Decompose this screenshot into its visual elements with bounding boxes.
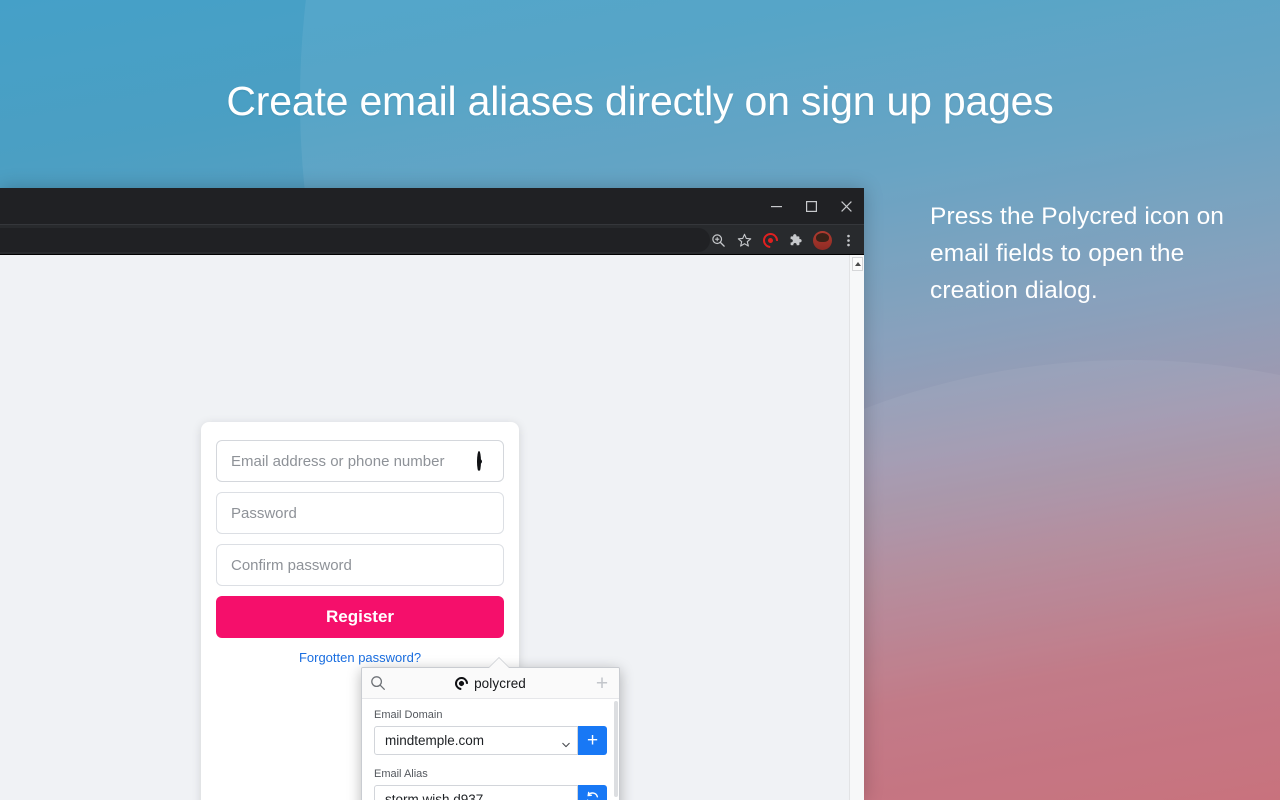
plus-icon[interactable]: + (593, 673, 611, 694)
browser-menu-icon[interactable] (836, 228, 860, 252)
bookmark-star-icon[interactable] (732, 228, 756, 252)
email-domain-value: mindtemple.com (385, 733, 485, 748)
toolbar-icon-group (706, 225, 860, 255)
promo-screenshot: Create email aliases directly on sign up… (0, 0, 1280, 800)
polycred-extension-icon[interactable] (758, 228, 782, 252)
vertical-scrollbar[interactable] (849, 255, 864, 800)
email-alias-row: storm.wish.d937 (374, 785, 607, 800)
forgot-password-link[interactable]: Forgotten password? (299, 650, 421, 665)
regenerate-alias-button[interactable] (578, 785, 607, 800)
forgot-password-row: Forgotten password? (216, 649, 504, 667)
extensions-puzzle-icon[interactable] (784, 228, 808, 252)
password-field[interactable]: Password (216, 492, 504, 534)
polycred-logo-icon (452, 673, 471, 693)
chevron-down-icon (562, 737, 570, 747)
email-domain-select[interactable]: mindtemple.com (374, 726, 578, 755)
email-alias-input[interactable]: storm.wish.d937 (374, 785, 578, 800)
popup-header: polycred + (362, 668, 619, 699)
polycred-brand: polycred (452, 673, 526, 693)
search-icon[interactable] (370, 675, 386, 691)
scroll-up-arrow[interactable] (852, 257, 863, 271)
minimize-button[interactable] (759, 188, 794, 224)
email-field[interactable]: Email address or phone number (216, 440, 504, 482)
email-domain-row: mindtemple.com + (374, 726, 607, 755)
close-button[interactable] (829, 188, 864, 224)
hero-headline: Create email aliases directly on sign up… (226, 78, 1054, 124)
popup-caret (489, 658, 509, 668)
page-viewport: Email address or phone number Password C… (0, 254, 864, 800)
register-button[interactable]: Register (216, 596, 504, 638)
profile-avatar[interactable] (810, 228, 834, 252)
hero-caption: Press the Polycred icon on email fields … (930, 203, 1225, 304)
password-placeholder: Password (231, 504, 297, 522)
address-bar[interactable] (0, 228, 710, 252)
email-alias-value: storm.wish.d937 (385, 792, 484, 800)
polycred-inline-icon[interactable] (477, 451, 492, 472)
email-placeholder: Email address or phone number (231, 452, 445, 470)
email-domain-label: Email Domain (374, 709, 443, 721)
window-controls (759, 188, 864, 224)
zoom-icon[interactable] (706, 228, 730, 252)
email-alias-label: Email Alias (374, 768, 428, 780)
polycred-popup: polycred + Email Domain mindtemple.com +… (361, 667, 620, 800)
browser-titlebar (0, 188, 864, 224)
add-domain-button[interactable]: + (578, 726, 607, 755)
browser-window: Email address or phone number Password C… (0, 188, 864, 800)
polycred-brand-name: polycred (474, 675, 526, 691)
maximize-button[interactable] (794, 188, 829, 224)
confirm-password-placeholder: Confirm password (231, 556, 352, 574)
refresh-icon (585, 791, 600, 800)
confirm-password-field[interactable]: Confirm password (216, 544, 504, 586)
browser-toolbar (0, 224, 864, 254)
popup-body: Email Domain mindtemple.com + Email Alia… (362, 699, 619, 800)
